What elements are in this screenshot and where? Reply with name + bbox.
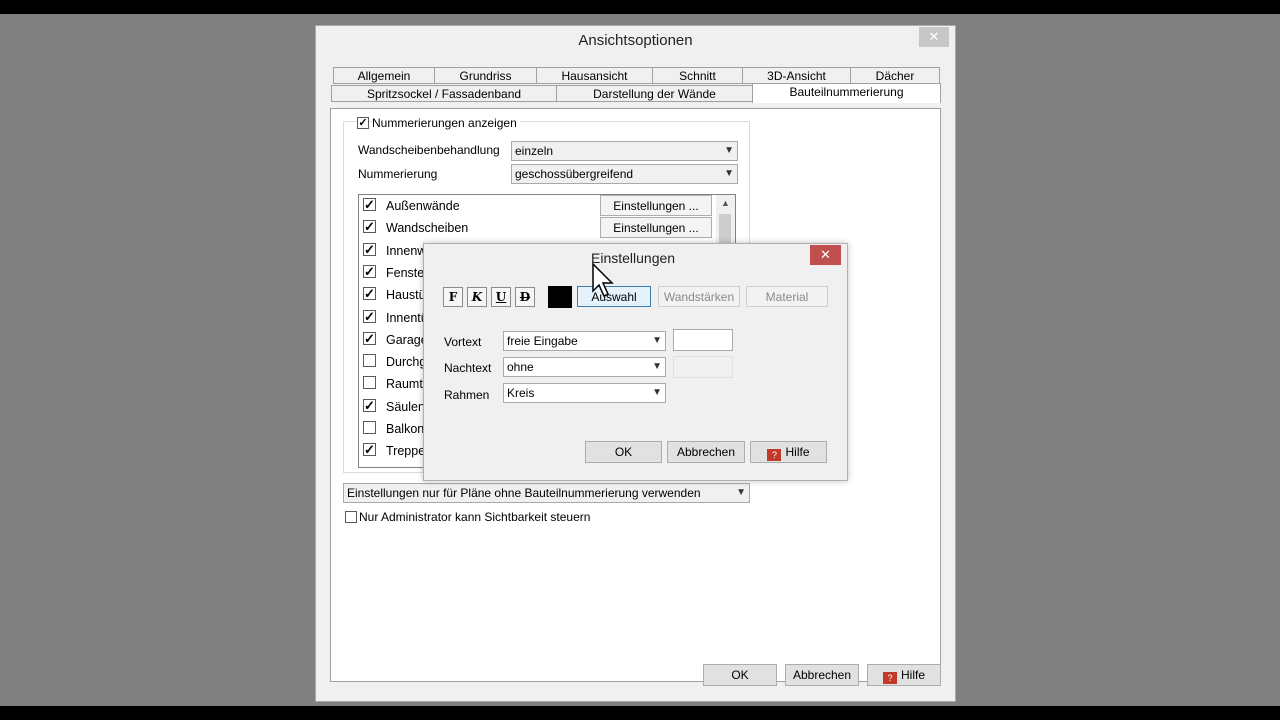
dialog-help-label: Hilfe bbox=[785, 445, 810, 459]
list-item-label: Innentü bbox=[386, 311, 428, 325]
chevron-down-icon: ▼ bbox=[736, 487, 746, 498]
dialog-close-icon[interactable]: ✕ bbox=[810, 245, 841, 265]
list-item-checkbox[interactable] bbox=[363, 376, 376, 389]
tab-spritzsockel[interactable]: Spritzsockel / Fassadenband bbox=[331, 85, 557, 102]
list-item-checkbox[interactable]: ✓ bbox=[363, 243, 376, 256]
show-numbering-label: Nummerierungen anzeigen bbox=[372, 116, 520, 130]
help-button-label: Hilfe bbox=[900, 668, 925, 682]
tab-schnitt[interactable]: Schnitt bbox=[652, 67, 743, 84]
underline-button[interactable]: U bbox=[491, 287, 511, 307]
list-item-label: Haustü bbox=[386, 288, 426, 302]
list-item-checkbox[interactable]: ✓ bbox=[363, 220, 376, 233]
close-icon[interactable]: ✕ bbox=[919, 27, 949, 47]
plans-select[interactable]: Einstellungen nur für Pläne ohne Bauteil… bbox=[343, 483, 750, 503]
list-item-checkbox[interactable]: ✓ bbox=[363, 265, 376, 278]
bold-button[interactable]: F bbox=[443, 287, 463, 307]
list-item-label: Innenw bbox=[386, 244, 427, 258]
wandstaerken-button[interactable]: Wandstärken bbox=[658, 286, 740, 307]
tab-daecher[interactable]: Dächer bbox=[850, 67, 940, 84]
dialog-cancel-button[interactable]: Abbrechen bbox=[667, 441, 745, 463]
list-item-label: Balkon bbox=[386, 422, 425, 436]
einstellungen-aussenwaende-button[interactable]: Einstellungen ... bbox=[600, 195, 712, 216]
admin-only-checkbox[interactable] bbox=[345, 511, 357, 523]
list-item-checkbox[interactable] bbox=[363, 421, 376, 434]
dialog-help-button[interactable]: ? Hilfe bbox=[750, 441, 827, 463]
vortext-value: freie Eingabe bbox=[507, 334, 578, 348]
list-item-checkbox[interactable] bbox=[363, 354, 376, 367]
italic-button[interactable]: K bbox=[467, 287, 487, 307]
help-icon: ? bbox=[767, 449, 782, 461]
einstellungen-wandscheiben-button[interactable]: Einstellungen ... bbox=[600, 217, 712, 238]
scroll-up-icon[interactable]: ▲ bbox=[721, 198, 730, 208]
nachtext-value: ohne bbox=[507, 360, 534, 374]
wall-handling-select[interactable]: einzeln ▼ bbox=[511, 141, 738, 161]
list-item-label: Durchg bbox=[386, 355, 427, 369]
list-item-label: Säulen bbox=[386, 400, 425, 414]
nachtext-input[interactable] bbox=[673, 356, 733, 378]
rahmen-value: Kreis bbox=[507, 386, 535, 400]
list-item[interactable]: ✓ Wandscheiben bbox=[360, 218, 600, 238]
list-item-checkbox[interactable]: ✓ bbox=[363, 287, 376, 300]
tab-darstellung-waende[interactable]: Darstellung der Wände bbox=[556, 85, 753, 102]
color-swatch[interactable] bbox=[548, 286, 572, 308]
tab-allgemein[interactable]: Allgemein bbox=[333, 67, 435, 84]
list-item-checkbox[interactable]: ✓ bbox=[363, 332, 376, 345]
vortext-select[interactable]: freie Eingabe ▼ bbox=[503, 331, 666, 351]
tab-3d-ansicht[interactable]: 3D-Ansicht bbox=[742, 67, 851, 84]
list-item-label: Garage bbox=[386, 333, 428, 347]
nachtext-label: Nachtext bbox=[444, 361, 492, 375]
show-numbering-checkbox[interactable]: ✓ bbox=[357, 117, 369, 129]
tab-hausansicht[interactable]: Hausansicht bbox=[536, 67, 653, 84]
rahmen-label: Rahmen bbox=[444, 388, 490, 402]
vortext-label: Vortext bbox=[444, 335, 482, 349]
list-item-checkbox[interactable]: ✓ bbox=[363, 198, 376, 211]
rahmen-select[interactable]: Kreis ▼ bbox=[503, 383, 666, 403]
mouse-cursor-icon bbox=[592, 263, 614, 298]
cancel-button[interactable]: Abbrechen bbox=[785, 664, 859, 686]
chevron-down-icon: ▼ bbox=[724, 145, 734, 156]
material-button[interactable]: Material bbox=[746, 286, 828, 307]
numbering-value: geschossübergreifend bbox=[515, 167, 634, 181]
list-item-checkbox[interactable]: ✓ bbox=[363, 310, 376, 323]
list-item-label: Treppe bbox=[386, 444, 426, 458]
admin-only-label: Nur Administrator kann Sichtbarkeit steu… bbox=[359, 510, 591, 524]
chevron-down-icon: ▼ bbox=[724, 168, 734, 179]
wall-handling-value: einzeln bbox=[515, 144, 554, 158]
strikethrough-button[interactable]: D bbox=[515, 287, 535, 307]
window-title: Ansichtsoptionen bbox=[578, 32, 693, 49]
chevron-down-icon: ▼ bbox=[652, 387, 662, 398]
list-item-label: Wandscheiben bbox=[386, 221, 469, 235]
tab-grundriss[interactable]: Grundriss bbox=[434, 67, 537, 84]
numbering-select[interactable]: geschossübergreifend ▼ bbox=[511, 164, 738, 184]
wall-handling-label: Wandscheibenbehandlung bbox=[358, 143, 500, 157]
dialog-ok-button[interactable]: OK bbox=[585, 441, 662, 463]
list-item[interactable]: ✓ Außenwände bbox=[360, 196, 600, 216]
nachtext-select[interactable]: ohne ▼ bbox=[503, 357, 666, 377]
help-button[interactable]: ? Hilfe bbox=[867, 664, 941, 686]
list-item-checkbox[interactable]: ✓ bbox=[363, 443, 376, 456]
list-item-label: Außenwände bbox=[386, 199, 460, 213]
ok-button[interactable]: OK bbox=[703, 664, 777, 686]
numbering-label: Nummerierung bbox=[358, 167, 438, 181]
vortext-input[interactable] bbox=[673, 329, 733, 351]
chevron-down-icon: ▼ bbox=[652, 335, 662, 346]
plans-value: Einstellungen nur für Pläne ohne Bauteil… bbox=[347, 486, 701, 500]
list-item-label: Raumt bbox=[386, 377, 423, 391]
tab-bauteilnummerierung[interactable]: Bauteilnummerierung bbox=[752, 83, 941, 103]
chevron-down-icon: ▼ bbox=[652, 361, 662, 372]
list-item-checkbox[interactable]: ✓ bbox=[363, 399, 376, 412]
help-icon: ? bbox=[882, 672, 897, 684]
